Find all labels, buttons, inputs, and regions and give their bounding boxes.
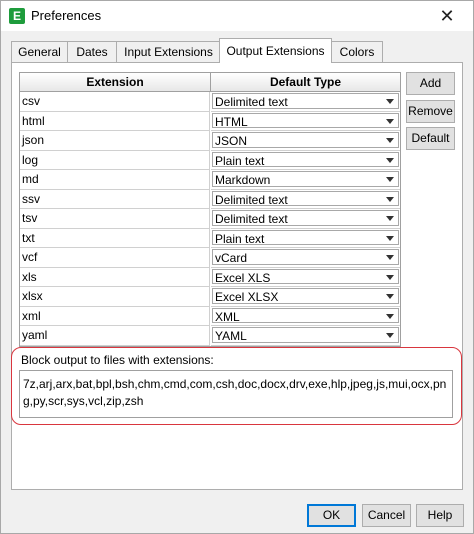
app-logo-icon: [9, 8, 25, 24]
type-cell: YAML: [211, 326, 400, 346]
tab-dates[interactable]: Dates: [67, 41, 117, 62]
dropdown-arrow-icon[interactable]: [386, 99, 394, 104]
default-type-select[interactable]: Excel XLS: [212, 268, 399, 285]
default-type-value: HTML: [215, 114, 248, 129]
extension-cell[interactable]: xml: [20, 306, 210, 326]
table-row[interactable]: ssv Delimited text: [20, 189, 400, 209]
table-row[interactable]: json JSON: [20, 131, 400, 151]
dropdown-arrow-icon[interactable]: [386, 157, 394, 163]
dropdown-arrow-icon[interactable]: [386, 255, 394, 260]
table-row[interactable]: xml XML: [20, 306, 400, 326]
dropdown-arrow-icon[interactable]: [386, 138, 394, 143]
default-type-value: Delimited text: [215, 212, 288, 226]
title-bar: Preferences: [1, 1, 473, 31]
column-header-extension[interactable]: Extension: [20, 73, 211, 92]
tab-colors[interactable]: Colors: [331, 41, 383, 62]
default-type-select[interactable]: Delimited text: [212, 210, 399, 226]
default-type-select[interactable]: XML: [212, 307, 399, 324]
help-button[interactable]: Help: [416, 504, 464, 527]
dropdown-arrow-icon[interactable]: [386, 294, 394, 299]
column-header-default-type[interactable]: Default Type: [211, 73, 400, 92]
default-type-value: Plain text: [215, 153, 265, 168]
default-type-value: Plain text: [215, 231, 265, 246]
type-cell: Delimited text: [211, 190, 400, 209]
tab-general[interactable]: General: [11, 41, 68, 62]
dropdown-arrow-icon[interactable]: [386, 313, 394, 319]
type-cell: XML: [211, 307, 400, 326]
table-row[interactable]: csv Delimited text: [20, 92, 400, 112]
extensions-table: Extension Default Type csv Delimited text…: [19, 72, 401, 347]
ok-button[interactable]: OK: [307, 504, 356, 527]
tab-input-extensions[interactable]: Input Extensions: [116, 41, 221, 62]
default-type-value: vCard: [215, 251, 248, 265]
type-cell: Plain text: [211, 229, 400, 248]
window-title: Preferences: [31, 8, 102, 23]
table-row[interactable]: xls Excel XLS: [20, 267, 400, 287]
type-cell: Markdown: [211, 170, 400, 190]
default-type-value: JSON: [215, 134, 248, 148]
default-type-select[interactable]: Plain text: [212, 151, 399, 168]
type-cell: Delimited text: [211, 92, 400, 112]
default-type-value: Markdown: [215, 173, 271, 187]
extension-cell[interactable]: json: [20, 131, 210, 151]
type-cell: JSON: [211, 131, 400, 151]
remove-button[interactable]: Remove: [406, 100, 455, 123]
default-type-select[interactable]: HTML: [212, 112, 399, 129]
extension-cell[interactable]: csv: [20, 92, 210, 112]
dropdown-arrow-icon[interactable]: [386, 196, 394, 202]
default-type-select[interactable]: Delimited text: [212, 190, 399, 207]
extension-cell[interactable]: md: [20, 170, 210, 190]
table-row[interactable]: xlsx Excel XLSX: [20, 287, 400, 307]
table-row[interactable]: log Plain text: [20, 150, 400, 170]
dropdown-arrow-icon[interactable]: [386, 274, 394, 280]
close-icon[interactable]: [427, 3, 467, 29]
blocked-extensions-field[interactable]: 7z,arj,arx,bat,bpl,bsh,chm,cmd,com,csh,d…: [19, 370, 453, 418]
default-type-value: Excel XLSX: [215, 290, 279, 304]
extension-cell[interactable]: xls: [20, 267, 210, 287]
extension-cell[interactable]: vcf: [20, 248, 210, 268]
default-type-value: XML: [215, 309, 240, 324]
default-type-value: YAML: [215, 329, 247, 343]
default-type-select[interactable]: JSON: [212, 132, 399, 148]
type-cell: Excel XLSX: [211, 287, 400, 307]
table-row[interactable]: vcf vCard: [20, 248, 400, 268]
add-button[interactable]: Add: [406, 72, 455, 95]
extension-cell[interactable]: log: [20, 150, 210, 170]
default-type-select[interactable]: Markdown: [212, 171, 399, 187]
type-cell: Excel XLS: [211, 268, 400, 287]
type-cell: Delimited text: [211, 209, 400, 229]
default-type-value: Excel XLS: [215, 270, 271, 285]
dropdown-arrow-icon[interactable]: [386, 118, 394, 124]
extension-cell[interactable]: txt: [20, 228, 210, 248]
extension-cell[interactable]: html: [20, 111, 210, 131]
dropdown-arrow-icon[interactable]: [386, 333, 394, 338]
extension-cell[interactable]: tsv: [20, 209, 210, 229]
table-row[interactable]: md Markdown: [20, 170, 400, 190]
default-type-select[interactable]: YAML: [212, 327, 399, 343]
default-type-select[interactable]: Plain text: [212, 229, 399, 246]
default-type-value: Delimited text: [215, 192, 288, 207]
dropdown-arrow-icon[interactable]: [386, 177, 394, 182]
type-cell: vCard: [211, 248, 400, 268]
extension-cell[interactable]: xlsx: [20, 287, 210, 307]
cancel-button[interactable]: Cancel: [362, 504, 411, 527]
default-type-value: Delimited text: [215, 95, 288, 109]
default-type-select[interactable]: vCard: [212, 249, 399, 265]
table-row[interactable]: tsv Delimited text: [20, 209, 400, 229]
table-row[interactable]: yaml YAML: [20, 326, 400, 346]
default-button[interactable]: Default: [406, 127, 455, 150]
table-row[interactable]: txt Plain text: [20, 228, 400, 248]
dropdown-arrow-icon[interactable]: [386, 216, 394, 221]
block-output-label: Block output to files with extensions:: [21, 353, 214, 367]
table-row[interactable]: html HTML: [20, 111, 400, 131]
extension-cell[interactable]: ssv: [20, 189, 210, 209]
tab-output-extensions[interactable]: Output Extensions: [219, 38, 332, 63]
preferences-window: Preferences General Dates Input Extensio…: [0, 0, 474, 534]
type-cell: Plain text: [211, 151, 400, 170]
default-type-select[interactable]: Delimited text: [212, 93, 399, 109]
type-cell: HTML: [211, 112, 400, 131]
dropdown-arrow-icon[interactable]: [386, 235, 394, 241]
default-type-select[interactable]: Excel XLSX: [212, 288, 399, 304]
extension-cell[interactable]: yaml: [20, 326, 210, 346]
